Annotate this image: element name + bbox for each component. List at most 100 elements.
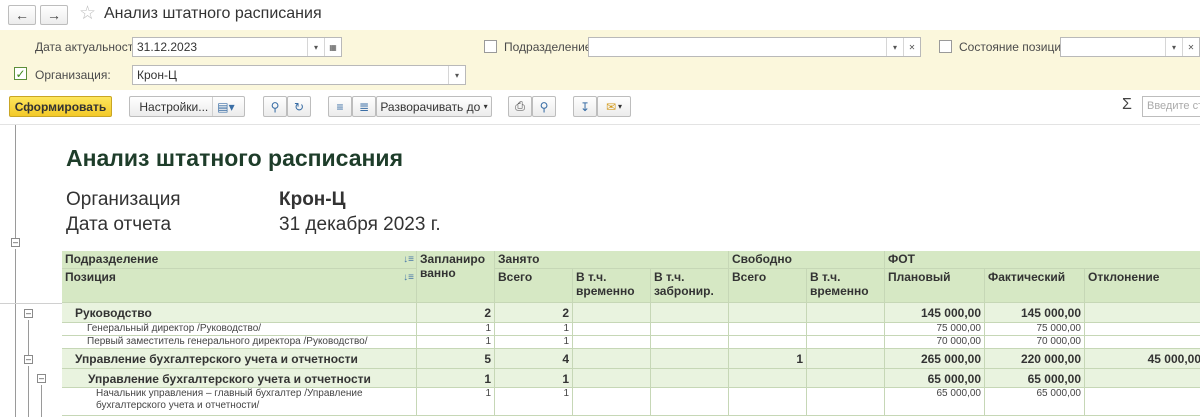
table-cell-free_temp[interactable]	[807, 349, 885, 369]
table-cell-reserved[interactable]	[651, 336, 729, 349]
table-cell-planned[interactable]: 1	[417, 369, 495, 388]
date-field[interactable]: 31.12.2023 ▾ ▦	[132, 37, 342, 57]
table-cell-plan[interactable]: 70 000,00	[885, 336, 985, 349]
report-title: Анализ штатного расписания	[66, 145, 403, 171]
table-cell-fact[interactable]: 75 000,00	[985, 323, 1085, 336]
table-cell-dev[interactable]	[1085, 323, 1200, 336]
table-cell-free_temp[interactable]	[807, 388, 885, 416]
collapse-toggle-icon[interactable]: –	[24, 309, 33, 318]
table-cell-reserved[interactable]	[651, 388, 729, 416]
table-cell-dev[interactable]: 45 000,00	[1085, 349, 1200, 369]
settings-button[interactable]: Настройки... ▤▾	[129, 96, 245, 117]
find-next-button[interactable]: ↻	[287, 96, 311, 117]
state-field[interactable]: ▾ ✕	[1060, 37, 1200, 57]
table-cell-planned[interactable]: 2	[417, 303, 495, 323]
table-cell-occupied[interactable]: 1	[495, 369, 573, 388]
table-cell-dev[interactable]	[1085, 336, 1200, 349]
table-cell-free[interactable]: 1	[729, 349, 807, 369]
table-cell-free[interactable]	[729, 303, 807, 323]
header-subdivision[interactable]: Подразделение ↓≡	[62, 251, 417, 269]
sort-icon[interactable]: ↓≡	[403, 272, 414, 283]
table-cell-planned[interactable]: 1	[417, 336, 495, 349]
dropdown-icon[interactable]: ▾	[1165, 38, 1182, 56]
search-input[interactable]: Введите стр	[1142, 96, 1200, 117]
clear-icon[interactable]: ✕	[1182, 38, 1199, 56]
table-cell-temp[interactable]	[573, 336, 651, 349]
preview-button[interactable]: ⚲	[532, 96, 556, 117]
table-cell-dev[interactable]	[1085, 369, 1200, 388]
table-cell-plan[interactable]: 265 000,00	[885, 349, 985, 369]
table-cell-dev[interactable]	[1085, 388, 1200, 416]
table-row-name[interactable]: Руководство	[62, 303, 417, 323]
sort-icon[interactable]: ↓≡	[403, 254, 414, 265]
dropdown-icon[interactable]: ▾	[886, 38, 903, 56]
subdivision-field[interactable]: ▾ ✕	[588, 37, 921, 57]
generate-button[interactable]: Сформировать	[9, 96, 112, 117]
table-cell-reserved[interactable]	[651, 369, 729, 388]
table-cell-fact[interactable]: 65 000,00	[985, 369, 1085, 388]
expand-all-button[interactable]: ≣	[352, 96, 376, 117]
collapse-button[interactable]: ≡	[328, 96, 352, 117]
table-cell-occupied[interactable]: 1	[495, 388, 573, 416]
organization-field[interactable]: Крон-Ц ▾	[132, 65, 466, 85]
table-cell-temp[interactable]	[573, 303, 651, 323]
table-row-name[interactable]: Управление бухгалтерского учета и отчетн…	[62, 349, 417, 369]
table-cell-free[interactable]	[729, 369, 807, 388]
table-cell-planned[interactable]: 1	[417, 388, 495, 416]
table-cell-free_temp[interactable]	[807, 369, 885, 388]
header-position[interactable]: Позиция ↓≡	[62, 269, 417, 303]
table-row-name[interactable]: Генеральный директор /Руководство/	[62, 323, 417, 336]
table-cell-occupied[interactable]: 2	[495, 303, 573, 323]
favorite-star-icon[interactable]: ☆	[79, 2, 96, 25]
save-button[interactable]: ↧	[573, 96, 597, 117]
table-cell-occupied[interactable]: 1	[495, 323, 573, 336]
organization-checkbox[interactable]: ✓	[14, 67, 27, 80]
table-cell-free_temp[interactable]	[807, 323, 885, 336]
check-icon: ✓	[15, 66, 26, 81]
send-mail-button[interactable]: ✉ ▾	[597, 96, 631, 117]
table-cell-fact[interactable]: 220 000,00	[985, 349, 1085, 369]
table-cell-fact[interactable]: 70 000,00	[985, 336, 1085, 349]
table-cell-planned[interactable]: 1	[417, 323, 495, 336]
table-cell-free[interactable]	[729, 388, 807, 416]
table-cell-free[interactable]	[729, 323, 807, 336]
subdivision-checkbox[interactable]	[484, 40, 497, 53]
table-cell-plan[interactable]: 65 000,00	[885, 369, 985, 388]
table-cell-plan[interactable]: 75 000,00	[885, 323, 985, 336]
table-cell-dev[interactable]	[1085, 303, 1200, 323]
clear-icon[interactable]: ✕	[903, 38, 920, 56]
print-button[interactable]: ⎙	[508, 96, 532, 117]
dropdown-icon[interactable]: ▾	[448, 66, 465, 84]
back-button[interactable]: ←	[8, 5, 36, 25]
table-cell-temp[interactable]	[573, 323, 651, 336]
table-cell-fact[interactable]: 65 000,00	[985, 388, 1085, 416]
collapse-toggle-icon[interactable]: –	[24, 355, 33, 364]
table-cell-occupied[interactable]: 1	[495, 336, 573, 349]
calendar-icon[interactable]: ▦	[324, 38, 341, 56]
table-cell-free_temp[interactable]	[807, 303, 885, 323]
dropdown-icon[interactable]: ▾	[307, 38, 324, 56]
find-button[interactable]: ⚲	[263, 96, 287, 117]
table-cell-fact[interactable]: 145 000,00	[985, 303, 1085, 323]
table-row-name[interactable]: Начальник управления – главный бухгалтер…	[62, 388, 417, 416]
table-cell-temp[interactable]	[573, 349, 651, 369]
state-checkbox[interactable]	[939, 40, 952, 53]
sum-icon[interactable]: Σ	[1122, 96, 1132, 114]
table-cell-reserved[interactable]	[651, 349, 729, 369]
expand-to-button[interactable]: Разворачивать до ▾	[376, 96, 492, 117]
table-cell-plan[interactable]: 65 000,00	[885, 388, 985, 416]
table-cell-temp[interactable]	[573, 369, 651, 388]
table-cell-planned[interactable]: 5	[417, 349, 495, 369]
table-cell-free_temp[interactable]	[807, 336, 885, 349]
table-cell-plan[interactable]: 145 000,00	[885, 303, 985, 323]
table-cell-temp[interactable]	[573, 388, 651, 416]
collapse-toggle-icon[interactable]: –	[11, 238, 20, 247]
table-cell-reserved[interactable]	[651, 303, 729, 323]
forward-button[interactable]: →	[40, 5, 68, 25]
table-cell-occupied[interactable]: 4	[495, 349, 573, 369]
table-cell-reserved[interactable]	[651, 323, 729, 336]
table-row-name[interactable]: Первый заместитель генерального директор…	[62, 336, 417, 349]
table-cell-free[interactable]	[729, 336, 807, 349]
table-row-name[interactable]: Управление бухгалтерского учета и отчетн…	[62, 369, 417, 388]
collapse-toggle-icon[interactable]: –	[37, 374, 46, 383]
